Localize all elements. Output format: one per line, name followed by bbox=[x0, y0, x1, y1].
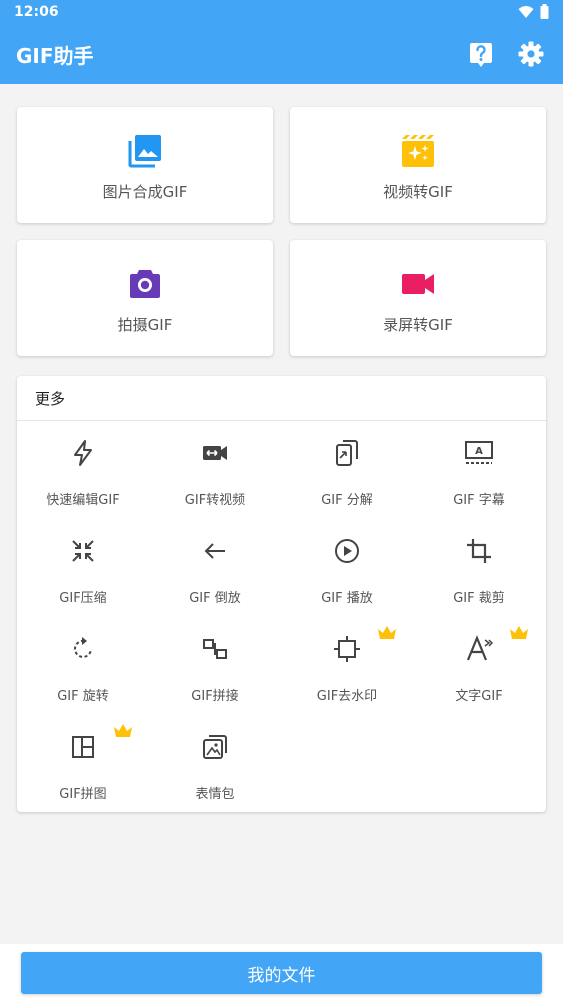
tool-reverse[interactable]: GIF 倒放 bbox=[149, 519, 281, 617]
section-title: 更多 bbox=[35, 390, 66, 408]
tool-label: 快速编辑GIF bbox=[46, 493, 120, 508]
video-convert-icon bbox=[201, 439, 229, 467]
tool-label: GIF 播放 bbox=[321, 591, 373, 606]
tool-sticker[interactable]: 表情包 bbox=[149, 715, 281, 813]
tool-gif-to-video[interactable]: GIF转视频 bbox=[149, 421, 281, 519]
tool-label: GIF 字幕 bbox=[453, 493, 505, 508]
tool-label: 表情包 bbox=[195, 787, 235, 802]
tool-label: GIF拼接 bbox=[191, 689, 239, 704]
card-image-to-gif[interactable]: 图片合成GIF bbox=[17, 107, 273, 223]
bottom-bar: 我的文件 bbox=[0, 944, 563, 1002]
battery-icon bbox=[540, 4, 549, 19]
system-icons bbox=[518, 4, 549, 19]
tool-label: GIF 旋转 bbox=[57, 689, 109, 704]
tool-subtitle[interactable]: A GIF 字幕 bbox=[413, 421, 545, 519]
tool-label: GIF压缩 bbox=[59, 591, 107, 606]
tool-split[interactable]: GIF 分解 bbox=[281, 421, 413, 519]
card-label: 图片合成GIF bbox=[102, 183, 188, 201]
tool-label: GIF 裁剪 bbox=[453, 591, 505, 606]
flash-icon bbox=[69, 439, 97, 467]
tool-crop[interactable]: GIF 裁剪 bbox=[413, 519, 545, 617]
card-label: 拍摄GIF bbox=[117, 316, 173, 334]
more-section: 更多 快速编辑GIF GIF转视频 GIF 分解 A GIF 字幕 GIF压缩 … bbox=[17, 376, 546, 812]
tool-quick-edit[interactable]: 快速编辑GIF bbox=[17, 421, 149, 519]
app-title: GIF助手 bbox=[16, 44, 94, 68]
crop-icon bbox=[465, 537, 493, 565]
tool-label: GIF 分解 bbox=[321, 493, 373, 508]
tool-label: GIF转视频 bbox=[184, 493, 246, 508]
tool-collage[interactable]: GIF拼图 bbox=[17, 715, 149, 813]
app-bar: GIF助手 bbox=[0, 26, 563, 84]
card-label: 视频转GIF bbox=[383, 183, 453, 201]
card-shoot-gif[interactable]: 拍摄GIF bbox=[17, 240, 273, 356]
tool-play[interactable]: GIF 播放 bbox=[281, 519, 413, 617]
video-camera-icon bbox=[400, 266, 436, 302]
svg-text:A: A bbox=[475, 446, 483, 457]
arrow-back-icon bbox=[201, 537, 229, 565]
tool-join[interactable]: GIF拼接 bbox=[149, 617, 281, 715]
crown-icon bbox=[509, 625, 529, 641]
status-time: 12:06 bbox=[14, 4, 59, 20]
watermark-remove-icon bbox=[333, 635, 361, 663]
crown-icon bbox=[377, 625, 397, 641]
tool-text-gif[interactable]: 文字GIF bbox=[413, 617, 545, 715]
tool-rotate[interactable]: GIF 旋转 bbox=[17, 617, 149, 715]
join-icon bbox=[201, 635, 229, 663]
tool-label: 文字GIF bbox=[455, 689, 503, 704]
card-label: 录屏转GIF bbox=[383, 316, 453, 334]
movie-sparkle-icon bbox=[400, 133, 436, 169]
card-video-to-gif[interactable]: 视频转GIF bbox=[290, 107, 546, 223]
compress-icon bbox=[69, 537, 97, 565]
sticker-icon bbox=[201, 733, 229, 761]
play-circle-icon bbox=[333, 537, 361, 565]
card-screen-record-gif[interactable]: 录屏转GIF bbox=[290, 240, 546, 356]
text-icon bbox=[465, 635, 494, 663]
photo-library-icon bbox=[127, 133, 163, 169]
camera-icon bbox=[127, 266, 163, 302]
my-files-button[interactable]: 我的文件 bbox=[21, 952, 542, 994]
wifi-icon bbox=[518, 5, 534, 18]
split-icon bbox=[333, 439, 361, 467]
rotate-icon bbox=[69, 635, 97, 663]
subtitle-icon: A bbox=[465, 439, 493, 467]
collage-icon bbox=[69, 733, 97, 761]
tool-label: GIF拼图 bbox=[59, 787, 107, 802]
tool-remove-watermark[interactable]: GIF去水印 bbox=[281, 617, 413, 715]
status-bar: 12:06 bbox=[0, 0, 563, 26]
tool-label: GIF去水印 bbox=[316, 689, 378, 704]
help-icon[interactable] bbox=[467, 40, 495, 68]
gear-icon[interactable] bbox=[517, 40, 545, 68]
tool-label: GIF 倒放 bbox=[189, 591, 241, 606]
tool-compress[interactable]: GIF压缩 bbox=[17, 519, 149, 617]
crown-icon bbox=[113, 723, 133, 739]
